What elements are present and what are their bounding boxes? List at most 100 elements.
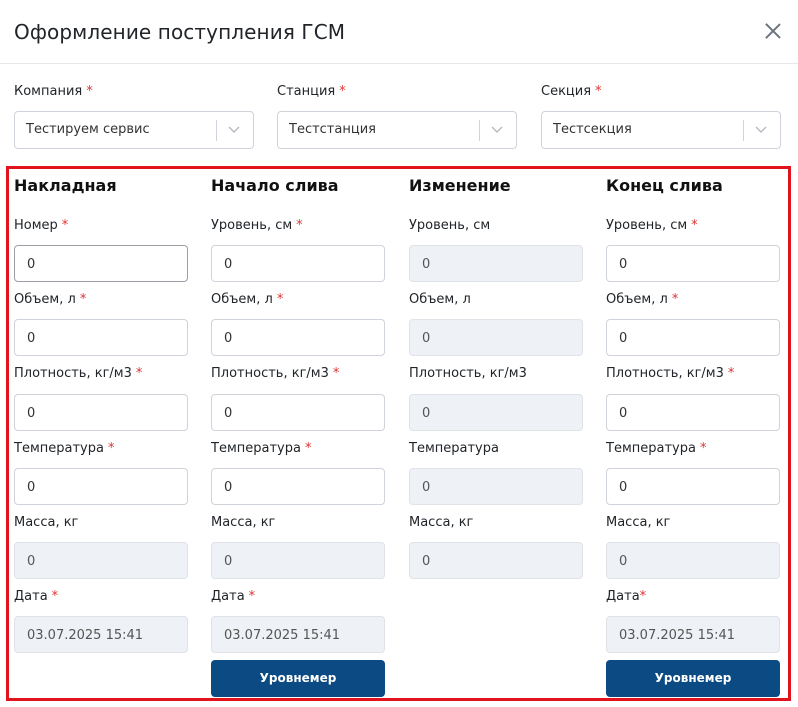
required-mark: * bbox=[595, 84, 602, 99]
field-label: Температура bbox=[14, 441, 104, 456]
station-group: Станция * Тестстанция bbox=[277, 84, 517, 149]
change-column: Изменение Уровень, см 0 Объем, л 0 Плотн… bbox=[409, 176, 583, 579]
company-group: Компания * Тестируем сервис bbox=[14, 84, 254, 149]
station-select-value: Тестстанция bbox=[289, 122, 376, 137]
input-value: 0 bbox=[27, 257, 36, 272]
modal-header: Оформление поступления ГСМ bbox=[0, 0, 798, 64]
input-value: 0 bbox=[619, 554, 628, 569]
required-mark: * bbox=[86, 84, 93, 99]
end-mass-input: 0 bbox=[606, 542, 780, 579]
input-value: 0 bbox=[224, 406, 233, 421]
input-value: 0 bbox=[27, 554, 36, 569]
field-label: Масса, кг bbox=[409, 515, 474, 530]
invoice-number-input[interactable]: 0 bbox=[14, 245, 188, 282]
start-temperature-input[interactable]: 0 bbox=[211, 468, 385, 505]
field-label: Дата bbox=[14, 589, 48, 604]
required-mark: * bbox=[61, 218, 69, 233]
required-mark: * bbox=[332, 366, 340, 381]
station-select[interactable]: Тестстанция bbox=[277, 111, 517, 149]
field-label: Объем, л bbox=[409, 292, 471, 307]
invoice-mass-input: 0 bbox=[14, 542, 188, 579]
start-level-gauge-button[interactable]: Уровнемер bbox=[211, 660, 385, 697]
required-mark: * bbox=[639, 589, 647, 604]
required-mark: * bbox=[727, 366, 735, 381]
select-separator bbox=[743, 120, 744, 141]
company-select-value: Тестируем сервис bbox=[26, 122, 150, 137]
invoice-date-input: 03.07.2025 15:41 bbox=[14, 616, 188, 653]
input-value: 0 bbox=[224, 257, 233, 272]
company-select[interactable]: Тестируем сервис bbox=[14, 111, 254, 149]
invoice-column: Накладная Номер * 0 Объем, л * 0 Плотность… bbox=[14, 176, 188, 653]
change-mass-input: 0 bbox=[409, 542, 583, 579]
start-volume-input[interactable]: 0 bbox=[211, 319, 385, 356]
start-date-input: 03.07.2025 15:41 bbox=[211, 616, 385, 653]
field-label: Объем, л bbox=[211, 292, 273, 307]
column-title: Изменение bbox=[409, 176, 511, 195]
close-icon[interactable] bbox=[762, 20, 784, 42]
chevron-down-icon[interactable] bbox=[754, 122, 768, 136]
invoice-temperature-input[interactable]: 0 bbox=[14, 468, 188, 505]
fuel-receipt-modal: Оформление поступления ГСМ Компания * Тес… bbox=[0, 0, 798, 707]
input-value: 0 bbox=[422, 406, 431, 421]
input-value: 0 bbox=[27, 331, 36, 346]
invoice-density-input[interactable]: 0 bbox=[14, 394, 188, 431]
required-mark: * bbox=[276, 292, 284, 307]
input-value: 0 bbox=[422, 257, 431, 272]
input-value: 03.07.2025 15:41 bbox=[619, 628, 736, 643]
required-mark: * bbox=[671, 292, 679, 307]
change-density-input: 0 bbox=[409, 394, 583, 431]
section-label: Секция bbox=[541, 84, 592, 99]
end-density-input[interactable]: 0 bbox=[606, 394, 780, 431]
required-mark: * bbox=[135, 366, 143, 381]
field-label: Дата bbox=[211, 589, 245, 604]
field-label: Номер bbox=[14, 218, 58, 233]
invoice-volume-input[interactable]: 0 bbox=[14, 319, 188, 356]
select-separator bbox=[479, 120, 480, 141]
field-label: Объем, л bbox=[606, 292, 668, 307]
field-label: Уровень, см bbox=[211, 218, 293, 233]
required-mark: * bbox=[699, 441, 707, 456]
input-value: 0 bbox=[422, 480, 431, 495]
field-label: Масса, кг bbox=[211, 515, 276, 530]
station-label: Станция bbox=[277, 84, 336, 99]
end-volume-input[interactable]: 0 bbox=[606, 319, 780, 356]
field-label: Плотность, кг/м3 bbox=[14, 366, 132, 381]
required-mark: * bbox=[339, 84, 346, 99]
end-level-input[interactable]: 0 bbox=[606, 245, 780, 282]
column-title: Начало слива bbox=[211, 176, 339, 195]
field-label: Плотность, кг/м3 bbox=[409, 366, 527, 381]
input-value: 0 bbox=[27, 480, 36, 495]
select-separator bbox=[216, 120, 217, 141]
section-select[interactable]: Тестсекция bbox=[541, 111, 781, 149]
chevron-down-icon[interactable] bbox=[490, 122, 504, 136]
required-mark: * bbox=[51, 589, 59, 604]
field-label: Масса, кг bbox=[606, 515, 671, 530]
input-value: 03.07.2025 15:41 bbox=[224, 628, 341, 643]
required-mark: * bbox=[304, 441, 312, 456]
company-label: Компания bbox=[14, 84, 83, 99]
start-level-input[interactable]: 0 bbox=[211, 245, 385, 282]
input-value: 0 bbox=[224, 554, 233, 569]
start-density-input[interactable]: 0 bbox=[211, 394, 385, 431]
field-label: Температура bbox=[409, 441, 499, 456]
drain-end-column: Конец слива Уровень, см * 0 Объем, л * 0 П… bbox=[606, 176, 780, 697]
chevron-down-icon[interactable] bbox=[227, 122, 241, 136]
required-mark: * bbox=[79, 292, 87, 307]
section-select-value: Тестсекция bbox=[553, 122, 632, 137]
field-label: Дата bbox=[606, 589, 640, 604]
change-volume-input: 0 bbox=[409, 319, 583, 356]
change-temperature-input: 0 bbox=[409, 468, 583, 505]
field-label: Уровень, см bbox=[606, 218, 688, 233]
field-label: Температура bbox=[211, 441, 301, 456]
end-date-input: 03.07.2025 15:41 bbox=[606, 616, 780, 653]
input-value: 0 bbox=[27, 406, 36, 421]
start-mass-input: 0 bbox=[211, 542, 385, 579]
column-title: Конец слива bbox=[606, 176, 723, 195]
end-temperature-input[interactable]: 0 bbox=[606, 468, 780, 505]
end-level-gauge-button[interactable]: Уровнемер bbox=[606, 660, 780, 697]
input-value: 0 bbox=[422, 331, 431, 346]
required-mark: * bbox=[691, 218, 698, 233]
input-value: 0 bbox=[224, 331, 233, 346]
field-label: Плотность, кг/м3 bbox=[606, 366, 724, 381]
modal-title: Оформление поступления ГСМ bbox=[14, 20, 346, 44]
